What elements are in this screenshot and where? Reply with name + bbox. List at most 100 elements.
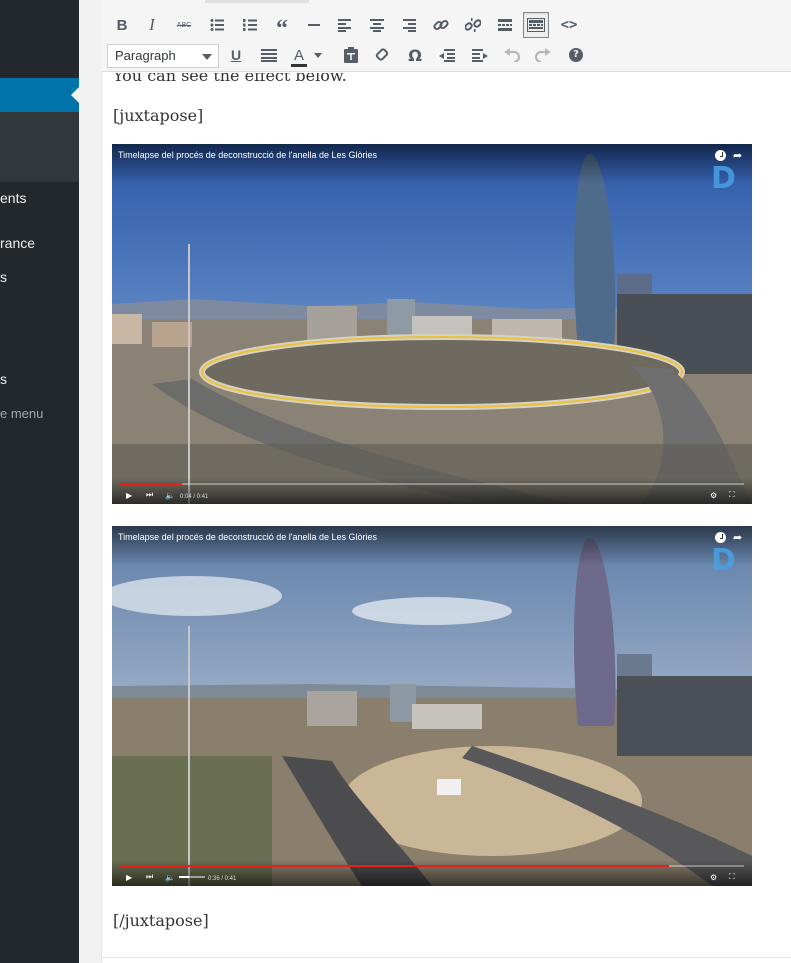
clear-formatting-button[interactable] xyxy=(369,42,395,68)
redo-button[interactable] xyxy=(530,42,556,68)
volume-slider[interactable] xyxy=(179,876,205,878)
align-right-button[interactable] xyxy=(396,12,422,38)
settings-icon[interactable]: ⚙ xyxy=(710,873,717,882)
video-progress-bar[interactable] xyxy=(120,483,744,485)
watch-later-icon[interactable] xyxy=(715,532,726,543)
volume-icon[interactable]: 🔈 xyxy=(165,873,175,882)
fullscreen-icon[interactable]: ⛶ xyxy=(729,872,735,882)
channel-logo-icon: D xyxy=(711,543,736,578)
keyboard-icon xyxy=(527,18,545,32)
align-right-icon xyxy=(403,19,416,32)
redo-icon xyxy=(535,48,551,62)
toolbar-toggle-button[interactable] xyxy=(523,12,549,38)
volume-slider-fill xyxy=(179,876,190,878)
editor-toolbar: B I ABC “ <> Paragraph U A Ω ? xyxy=(101,8,791,72)
sidebar-item-label: rance xyxy=(0,235,36,251)
embedded-video-2[interactable]: Timelapse del procés de deconstrucció de… xyxy=(112,526,752,886)
editor-tabs-strip xyxy=(101,0,791,8)
channel-logo-icon: D xyxy=(711,161,736,196)
editor-tab[interactable] xyxy=(205,0,309,3)
outdent-button[interactable] xyxy=(434,42,460,68)
video-frame-image xyxy=(112,526,752,886)
numbered-list-button[interactable] xyxy=(237,12,263,38)
insert-link-button[interactable] xyxy=(428,12,454,38)
chevron-down-icon xyxy=(202,54,212,60)
settings-icon[interactable]: ⚙ xyxy=(710,491,717,500)
strikethrough-button[interactable]: ABC xyxy=(171,12,197,38)
format-select[interactable]: Paragraph xyxy=(107,44,219,68)
admin-sidebar: ents rance s s e menu xyxy=(0,0,79,963)
blockquote-icon: “ xyxy=(276,16,288,42)
editor-content[interactable]: You can see the effect below. [juxtapose… xyxy=(101,73,791,963)
sidebar-item-label: s xyxy=(0,371,7,387)
current-indicator-arrow xyxy=(71,87,79,103)
text-color-swatch xyxy=(291,63,307,67)
shortcode-open: [juxtapose] xyxy=(113,106,204,125)
read-more-icon xyxy=(498,19,512,31)
chevron-down-icon xyxy=(314,52,322,58)
embedded-video-1[interactable]: Timelapse del procés de deconstrucció de… xyxy=(112,144,752,504)
watch-later-icon[interactable] xyxy=(715,150,726,161)
video-progress-fill xyxy=(120,483,183,485)
help-button[interactable]: ? xyxy=(563,42,589,68)
align-center-button[interactable] xyxy=(364,12,390,38)
horizontal-line-icon xyxy=(308,24,320,26)
undo-button[interactable] xyxy=(499,42,525,68)
video-controls-bar xyxy=(112,478,752,504)
sidebar-current-item[interactable] xyxy=(0,78,79,112)
link-icon xyxy=(433,19,449,31)
justify-button[interactable] xyxy=(256,42,282,68)
undo-icon xyxy=(504,48,520,62)
eraser-icon xyxy=(375,48,389,61)
video-progress-fill xyxy=(120,865,670,867)
omega-icon: Ω xyxy=(408,45,422,65)
sidebar-item-comments[interactable]: ents xyxy=(0,190,79,206)
text-color-button[interactable]: A xyxy=(286,42,326,68)
shortcode-close: [/juxtapose] xyxy=(113,911,209,930)
next-icon[interactable]: ⏭ xyxy=(146,872,153,882)
blockquote-button[interactable]: “ xyxy=(269,12,295,42)
sidebar-item-label: s xyxy=(0,269,7,285)
bulleted-list-icon xyxy=(210,19,224,31)
italic-button[interactable]: I xyxy=(139,12,165,38)
volume-icon[interactable]: 🔈 xyxy=(165,491,175,500)
toolbar-row-2: Paragraph U A Ω ? xyxy=(101,42,791,72)
strikethrough-icon: ABC xyxy=(176,21,192,29)
text-color-glyph: A xyxy=(293,46,304,64)
format-select-value: Paragraph xyxy=(115,48,176,63)
video-title[interactable]: Timelapse del procés de deconstrucció de… xyxy=(118,532,377,542)
numbered-list-icon xyxy=(243,19,257,31)
video-time: 0:36 / 0:41 xyxy=(208,876,237,882)
sidebar-submenu xyxy=(0,112,79,182)
bold-button[interactable]: B xyxy=(109,12,135,38)
editor-bottom-border xyxy=(101,957,791,958)
next-icon[interactable]: ⏭ xyxy=(146,490,153,500)
sidebar-item-appearance[interactable]: rance xyxy=(0,235,79,251)
video-frame-image xyxy=(112,144,752,504)
remove-link-button[interactable] xyxy=(460,12,486,38)
special-character-button[interactable]: Ω xyxy=(402,42,428,68)
indent-button[interactable] xyxy=(467,42,493,68)
video-title[interactable]: Timelapse del procés de deconstrucció de… xyxy=(118,150,377,160)
align-left-button[interactable] xyxy=(332,12,358,38)
code-button[interactable]: <> xyxy=(556,12,582,38)
video-time: 0:04 / 0:41 xyxy=(180,494,209,500)
sidebar-collapse-menu[interactable]: e menu xyxy=(0,406,79,421)
intro-paragraph: You can see the effect below. xyxy=(113,73,347,85)
bulleted-list-button[interactable] xyxy=(204,12,230,38)
text-color-icon: A xyxy=(290,46,308,67)
read-more-button[interactable] xyxy=(492,12,518,38)
video-progress-bar[interactable] xyxy=(120,865,744,867)
sidebar-item-settings[interactable]: s xyxy=(0,371,79,387)
sidebar-item-plugins[interactable]: s xyxy=(0,269,79,285)
bold-icon: B xyxy=(116,16,128,34)
horizontal-line-button[interactable] xyxy=(301,12,327,38)
paste-text-icon xyxy=(344,47,358,63)
fullscreen-icon[interactable]: ⛶ xyxy=(729,490,735,500)
paste-as-text-button[interactable] xyxy=(338,42,364,68)
underline-button[interactable]: U xyxy=(223,42,249,68)
play-icon[interactable]: ▶ xyxy=(126,873,132,882)
play-icon[interactable]: ▶ xyxy=(126,491,132,500)
help-icon: ? xyxy=(569,48,583,62)
align-center-icon xyxy=(370,19,384,32)
